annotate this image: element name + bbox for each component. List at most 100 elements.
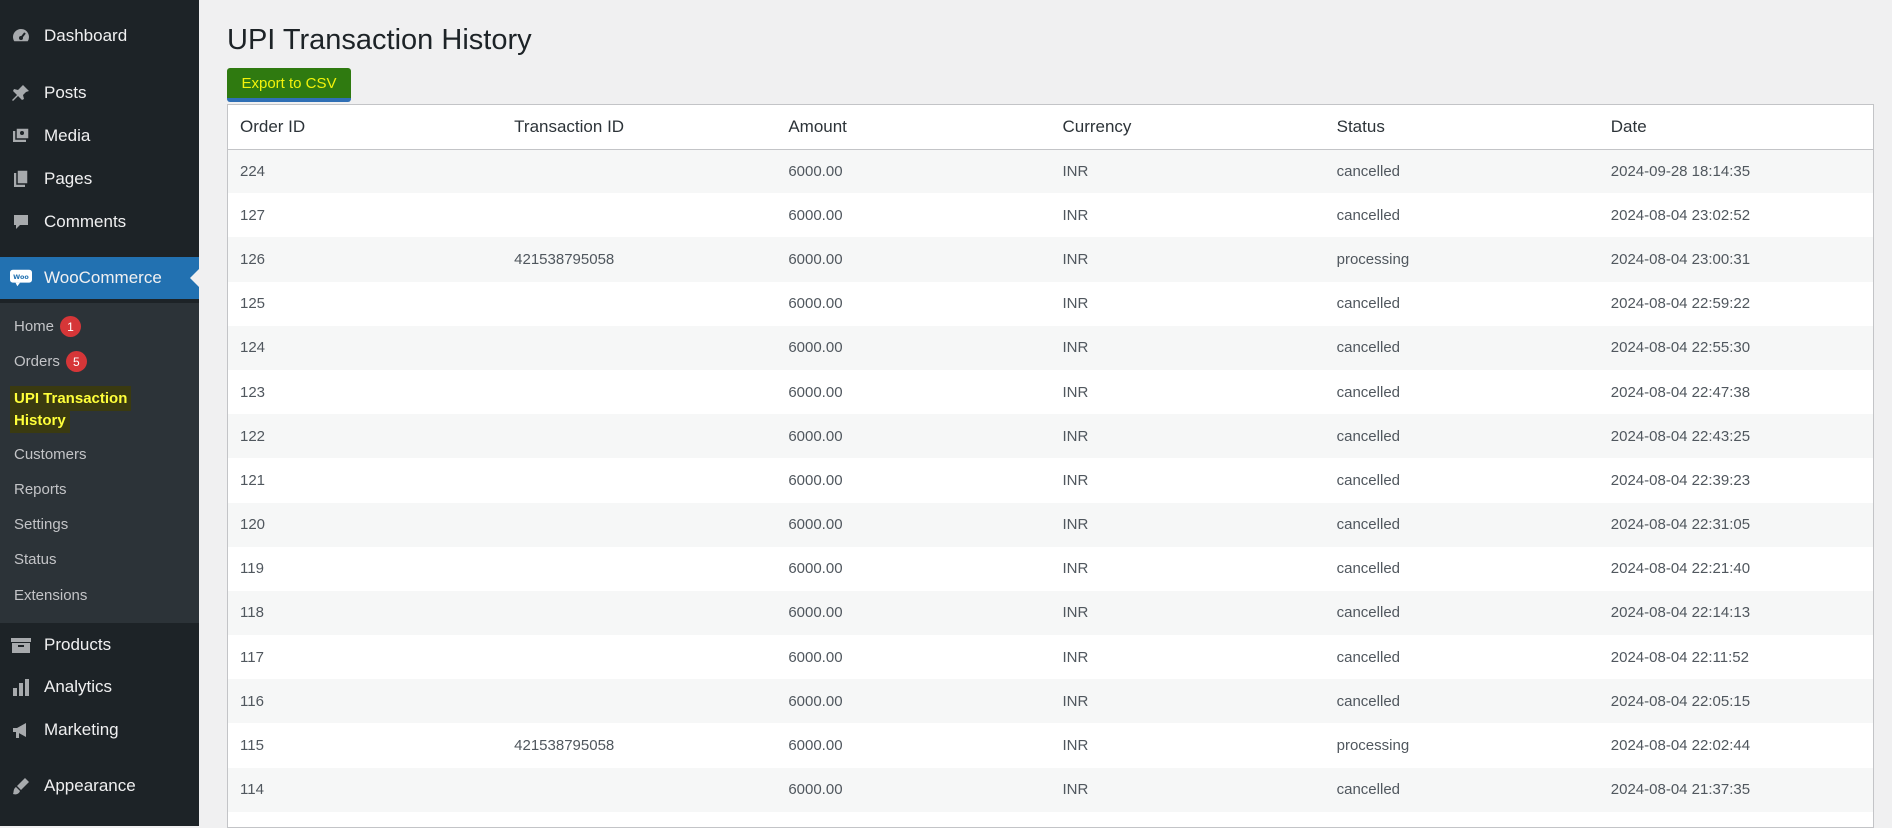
order-id-cell: 116 xyxy=(240,692,264,710)
currency-cell: INR xyxy=(1062,295,1089,313)
pages-icon xyxy=(10,168,32,190)
amount-cell: 6000.00 xyxy=(788,427,843,445)
menu-pages[interactable]: Pages xyxy=(0,159,199,199)
submenu-extensions-label: Extensions xyxy=(14,587,88,604)
table-row: 119 6000.00 INR cancelled 2024-08-04 22:21:4… xyxy=(228,547,1873,591)
megaphone-icon xyxy=(10,719,32,741)
menu-posts[interactable]: Posts xyxy=(0,73,199,113)
currency-cell: INR xyxy=(1062,692,1089,710)
menu-woocommerce[interactable]: Woo WooCommerce xyxy=(0,257,199,299)
order-id-cell: 118 xyxy=(240,604,264,622)
export-csv-button[interactable]: Export to CSV xyxy=(227,68,351,102)
date-cell: 2024-08-04 22:55:30 xyxy=(1610,339,1751,357)
date-cell: 2024-08-04 22:05:15 xyxy=(1610,692,1751,710)
transaction-id-cell xyxy=(502,326,776,370)
order-id-cell: 115 xyxy=(240,737,264,755)
date-cell: 2024-08-04 22:43:25 xyxy=(1610,427,1751,445)
currency-cell: INR xyxy=(1062,162,1089,180)
submenu-settings[interactable]: Settings xyxy=(14,516,68,533)
order-id-cell: 121 xyxy=(240,471,266,489)
page-title: UPI Transaction History xyxy=(227,24,532,56)
submenu-customers[interactable]: Customers xyxy=(14,446,87,463)
amount-cell: 6000.00 xyxy=(788,560,843,578)
status-cell: cancelled xyxy=(1336,516,1401,534)
submenu-status[interactable]: Status xyxy=(14,551,57,568)
home-badge: 1 xyxy=(60,316,82,337)
menu-marketing[interactable]: Marketing xyxy=(0,710,199,750)
transactions-table: Order ID Transaction ID Amount Currency … xyxy=(227,104,1874,828)
table-row: 115 421538795058 6000.00 INR processing 2024-… xyxy=(228,723,1873,767)
transaction-id-cell xyxy=(502,282,776,326)
submenu-orders-label: Orders xyxy=(14,353,60,370)
currency-cell: INR xyxy=(1062,648,1089,666)
submenu-upi-transaction-history[interactable]: UPI Transaction History xyxy=(14,386,139,434)
status-cell: processing xyxy=(1336,737,1410,755)
transaction-id-cell: 421538795058 xyxy=(514,737,615,755)
amount-cell: 6000.00 xyxy=(788,604,843,622)
status-cell: cancelled xyxy=(1336,206,1401,224)
currency-cell: INR xyxy=(1062,781,1089,799)
submenu-home-label: Home xyxy=(14,318,55,335)
status-cell: cancelled xyxy=(1336,427,1401,445)
table-row: 118 6000.00 INR cancelled 2024-08-04 22:14:1… xyxy=(228,590,1873,636)
date-cell: 2024-08-04 22:11:52 xyxy=(1610,648,1749,666)
status-cell: cancelled xyxy=(1336,560,1401,578)
transaction-id-cell xyxy=(502,458,776,502)
menu-media[interactable]: Media xyxy=(0,116,199,156)
submenu-orders[interactable]: Orders 5 xyxy=(14,351,87,372)
menu-posts-label: Posts xyxy=(44,83,87,102)
comment-icon xyxy=(10,211,32,233)
menu-appearance[interactable]: Appearance xyxy=(0,766,199,806)
menu-appearance-label: Appearance xyxy=(44,776,136,795)
submenu-home[interactable]: Home 1 xyxy=(14,316,82,337)
status-cell: cancelled xyxy=(1336,648,1401,666)
amount-cell: 6000.00 xyxy=(788,383,843,401)
column-header-date[interactable]: Date xyxy=(1599,105,1873,149)
woo-icon: Woo xyxy=(10,267,32,289)
transaction-id-cell: 421538795058 xyxy=(514,250,615,268)
table-row: 120 6000.00 INR cancelled 2024-08-04 22:31:0… xyxy=(228,502,1873,547)
table-row: 224 6000.00 INR cancelled 2024-09-28 18:14:3… xyxy=(228,149,1873,194)
date-cell: 2024-08-04 22:21:40 xyxy=(1610,560,1751,578)
table-row: 124 6000.00 INR cancelled 2024-08-04 22:55:3… xyxy=(228,325,1873,370)
menu-marketing-label: Marketing xyxy=(44,720,119,739)
column-header-transaction-id[interactable]: Transaction ID xyxy=(502,105,776,149)
column-header-currency[interactable]: Currency xyxy=(1050,105,1324,149)
amount-cell: 6000.00 xyxy=(788,737,843,755)
brush-icon xyxy=(10,775,32,797)
pin-icon xyxy=(10,82,32,104)
date-cell: 2024-08-04 22:14:13 xyxy=(1610,604,1751,622)
orders-badge: 5 xyxy=(65,351,87,372)
menu-media-label: Media xyxy=(44,126,91,145)
transaction-id-cell xyxy=(502,149,776,193)
menu-analytics[interactable]: Analytics xyxy=(0,667,199,707)
menu-products[interactable]: Products xyxy=(0,625,199,665)
table-row: 117 6000.00 INR cancelled 2024-08-04 22:11:5… xyxy=(228,635,1873,679)
table-header-row: Order ID Transaction ID Amount Currency … xyxy=(228,105,1873,149)
currency-cell: INR xyxy=(1062,560,1089,578)
menu-comments[interactable]: Comments xyxy=(0,202,199,242)
currency-cell: INR xyxy=(1062,250,1089,268)
svg-text:Woo: Woo xyxy=(13,273,29,281)
date-cell: 2024-08-04 22:47:38 xyxy=(1610,383,1751,401)
order-id-cell: 119 xyxy=(240,560,264,578)
status-cell: processing xyxy=(1336,250,1410,268)
amount-cell: 6000.00 xyxy=(788,295,843,313)
column-header-order-id[interactable]: Order ID xyxy=(228,105,502,149)
table-row: 127 6000.00 INR cancelled 2024-08-04 23:02:5… xyxy=(228,193,1873,237)
submenu-reports[interactable]: Reports xyxy=(14,481,67,498)
menu-dashboard[interactable]: Dashboard xyxy=(0,16,199,56)
amount-cell: 6000.00 xyxy=(788,692,843,710)
date-cell: 2024-08-04 22:59:22 xyxy=(1610,295,1751,313)
transaction-id-cell xyxy=(502,547,776,591)
table-row: 114 6000.00 INR cancelled 2024-08-04 21:37:3… xyxy=(228,767,1873,812)
column-header-status[interactable]: Status xyxy=(1325,105,1599,149)
amount-cell: 6000.00 xyxy=(788,648,843,666)
analytics-icon xyxy=(10,676,32,698)
submenu-extensions[interactable]: Extensions xyxy=(14,587,87,604)
currency-cell: INR xyxy=(1062,427,1089,445)
currency-cell: INR xyxy=(1062,516,1089,534)
woocommerce-submenu: Home 1 Orders 5 UPI Transaction History … xyxy=(0,303,199,623)
column-header-amount[interactable]: Amount xyxy=(776,105,1050,149)
status-cell: cancelled xyxy=(1336,692,1401,710)
